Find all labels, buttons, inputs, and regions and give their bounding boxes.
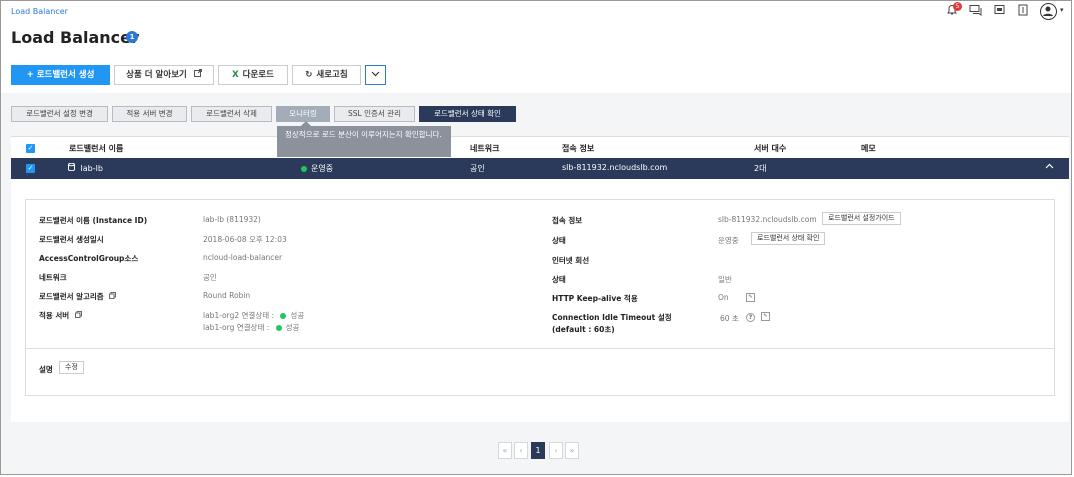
row-endpoint: slb-811932.ncloudslb.com [562, 163, 668, 172]
status-check-small-button[interactable]: 로드밸런서 상태 확인 [751, 232, 826, 245]
chat-icon[interactable] [967, 4, 983, 20]
notification-badge: 5 [953, 2, 962, 11]
column-name[interactable]: 로드밸런서 이름 [69, 143, 123, 154]
edit-icon[interactable]: ✎ [746, 293, 755, 302]
setup-guide-button[interactable]: 로드밸런서 설정가이드 [822, 212, 901, 225]
status-dot-icon [280, 313, 287, 319]
calendar-icon[interactable] [991, 4, 1007, 20]
detail-value: 공인 [203, 273, 217, 282]
copy-icon[interactable] [109, 292, 117, 301]
status-value: 운영중 [718, 236, 739, 245]
server-name: lab1-org2 연결상태 : [203, 311, 275, 320]
server-name: lab1-org 연결상태 : [203, 323, 270, 332]
refresh-button[interactable]: ↻ 새로고침 [292, 65, 361, 85]
keepalive-label: HTTP Keep-alive 적용 [552, 294, 638, 303]
column-servers[interactable]: 서버 대수 [754, 143, 786, 154]
detail-value: lab-lb (811932) [203, 215, 261, 224]
server-change-button[interactable]: 적용 서버 변경 [112, 106, 187, 122]
tooltip: 정상적으로 로드 분산이 이루어지는지 확인합니다. [277, 121, 451, 157]
detail-label: AccessControlGroup소스 [39, 254, 139, 263]
row-servers: 2대 [754, 164, 767, 173]
next-page-button[interactable]: › [549, 442, 563, 459]
breadcrumb[interactable]: Load Balancer [11, 7, 68, 16]
algorithm-label: 로드밸런서 알고리즘 [39, 292, 104, 301]
status-label: 상태 [552, 236, 566, 245]
line-status-value: 일반 [718, 275, 732, 284]
endpoint-value: slb-811932.ncloudslb.com [718, 215, 817, 224]
last-page-button[interactable]: » [565, 442, 579, 459]
prev-page-button[interactable]: ‹ [514, 442, 528, 459]
timeout-value: 60 초 [720, 314, 739, 323]
memo-label: 설명 [39, 365, 53, 374]
delete-button[interactable]: 로드밸런서 삭제 [191, 106, 272, 122]
timeout-default: (default : 60초) [552, 325, 615, 334]
first-page-button[interactable]: « [498, 442, 512, 459]
detail-box: 로드밸런서 이름 (Instance ID) lab-lb (811932) 로… [25, 199, 1055, 396]
external-link-icon [193, 69, 202, 80]
divider [26, 348, 1054, 349]
learn-more-label: 상품 더 알아보기 [126, 70, 187, 80]
user-avatar-icon[interactable] [1040, 3, 1057, 20]
memo-edit-button[interactable]: 수정 [59, 361, 84, 374]
count-badge: 1 [126, 31, 138, 43]
database-icon [68, 162, 78, 173]
monitoring-button[interactable]: 모니터링 [276, 106, 330, 122]
create-load-balancer-button[interactable]: + 로드밸런서 생성 [11, 65, 110, 85]
applied-servers-label: 적용 서버 [39, 311, 70, 320]
refresh-label: 새로고침 [316, 70, 348, 80]
page-title: Load Balancer [11, 28, 139, 47]
endpoint-label: 접속 정보 [552, 216, 583, 225]
column-endpoint[interactable]: 접속 정보 [562, 143, 594, 154]
collapse-icon[interactable] [1045, 162, 1054, 171]
column-network[interactable]: 네트워크 [470, 143, 499, 154]
table-header: ✓ 로드밸런서 이름 네트워크 접속 정보 서버 대수 메모 [11, 136, 1069, 158]
app-frame: Load Balancer Load Balancer 1 5 ▾ + 로드밸런… [0, 0, 1072, 475]
ssl-management-button[interactable]: SSL 인증서 관리 [334, 106, 415, 122]
settings-change-button[interactable]: 로드밸런서 설정 변경 [11, 106, 108, 122]
more-dropdown-button[interactable] [365, 65, 386, 85]
detail-panel: 로드밸런서 이름 (Instance ID) lab-lb (811932) 로… [11, 179, 1069, 422]
chevron-down-icon[interactable]: ▾ [1060, 6, 1064, 14]
row-network: 공인 [470, 164, 485, 173]
internet-line-label: 인터넷 회선 [552, 256, 590, 265]
edit-icon[interactable]: ✎ [761, 312, 770, 321]
status-dot-icon [275, 325, 282, 331]
detail-label: 네트워크 [39, 273, 67, 282]
help-icon[interactable]: ? [746, 313, 755, 322]
copy-icon[interactable] [74, 311, 82, 320]
row-name-cell: lab-lb [68, 162, 103, 173]
table-row[interactable]: ✓ lab-lb 운영중 공인 slb-811932.ncloudslb.com… [11, 158, 1069, 179]
server-status-line: lab1-org 연결상태 : 성공 [203, 322, 299, 333]
server-status-line: lab1-org2 연결상태 : 성공 [203, 310, 304, 321]
detail-value: Round Robin [203, 291, 251, 300]
select-all-checkbox[interactable]: ✓ [26, 144, 35, 153]
server-status: 성공 [285, 323, 300, 332]
row-status-cell: 운영중 [301, 163, 333, 174]
detail-label: 적용 서버 [39, 310, 82, 321]
status-dot-icon [301, 165, 307, 172]
row-checkbox[interactable]: ✓ [26, 164, 35, 173]
detail-value: ncloud-load-balancer [203, 253, 283, 262]
document-icon[interactable] [1015, 4, 1031, 20]
row-name: lab-lb [80, 164, 103, 173]
row-status: 운영중 [311, 164, 334, 173]
column-memo[interactable]: 메모 [861, 143, 876, 154]
line-status-label: 상태 [552, 275, 566, 284]
download-button[interactable]: X 다운로드 [218, 65, 288, 85]
excel-icon: X [232, 70, 239, 80]
learn-more-button[interactable]: 상품 더 알아보기 [114, 65, 214, 85]
refresh-icon: ↻ [305, 70, 313, 80]
detail-label: 로드밸런서 생성일시 [39, 235, 104, 244]
detail-label: 로드밸런서 알고리즘 [39, 291, 117, 302]
timeout-label: Connection Idle Timeout 설정 [552, 313, 672, 322]
server-status: 성공 [290, 311, 305, 320]
page-1-button[interactable]: 1 [531, 442, 545, 459]
detail-label: 로드밸런서 이름 (Instance ID) [39, 216, 148, 225]
keepalive-value: On [718, 293, 729, 302]
download-label: 다운로드 [242, 70, 274, 80]
detail-value: 2018-06-08 오후 12:03 [203, 235, 287, 244]
status-check-button[interactable]: 로드밸런서 상태 확인 [419, 106, 516, 122]
chevron-down-icon [371, 71, 380, 77]
